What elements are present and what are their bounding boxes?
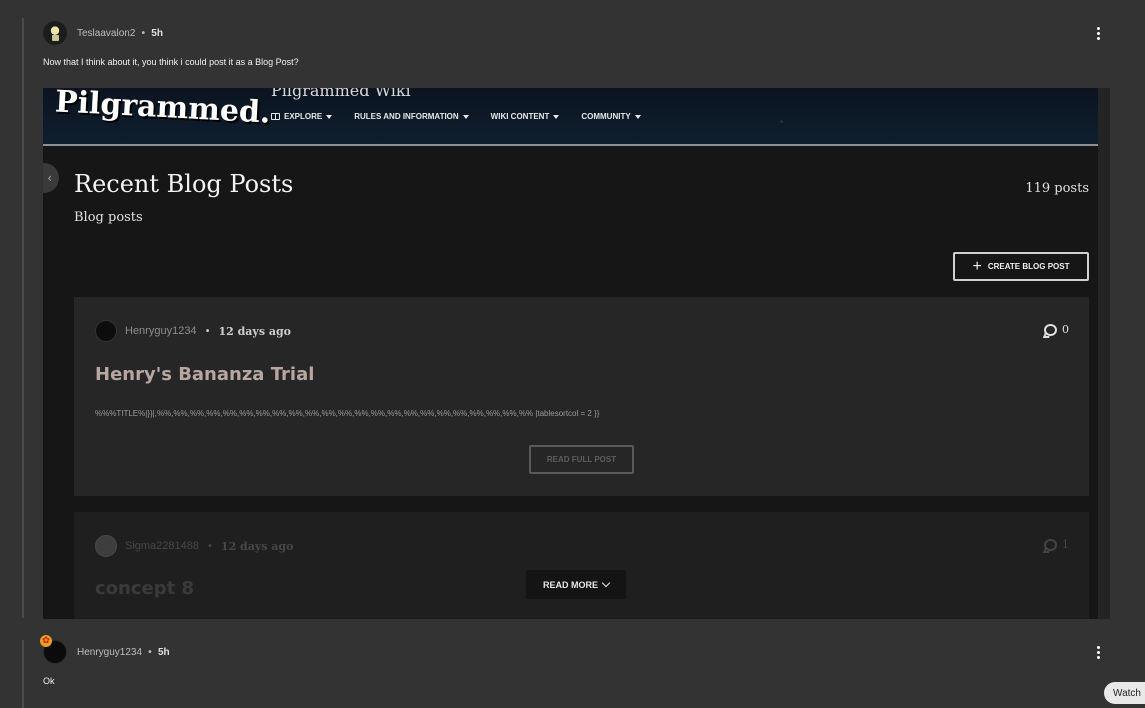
comment-bubble-icon bbox=[1044, 323, 1057, 336]
nav-label: WIKI CONTENT bbox=[490, 112, 550, 121]
read-more-label: READ MORE bbox=[542, 579, 598, 590]
post-time: 12 days ago bbox=[218, 324, 291, 338]
comment-number: 1 bbox=[1062, 538, 1069, 551]
thread-line bbox=[22, 640, 24, 708]
create-blog-post-label: CREATE BLOG POST bbox=[987, 262, 1070, 271]
avatar bbox=[95, 320, 117, 342]
book-icon bbox=[271, 113, 280, 120]
attached-screenshot[interactable]: Pilgrammed. Pilgrammed Wiki EXPLORE RULE… bbox=[43, 88, 1110, 619]
thread-line bbox=[22, 18, 24, 618]
post-title: Henry's Bananza Trial bbox=[95, 364, 315, 385]
chevron-down-icon bbox=[601, 578, 611, 588]
caret-down-icon bbox=[634, 114, 641, 119]
nav-label: RULES AND INFORMATION bbox=[354, 112, 459, 121]
caret-down-icon bbox=[326, 114, 333, 119]
post-title: concept 8 bbox=[95, 578, 195, 599]
reply-header: Teslaavalon2 • 5h bbox=[43, 21, 1115, 45]
post-author: Sigma2281488 bbox=[125, 540, 200, 552]
page-subtitle: Blog posts bbox=[74, 210, 143, 225]
plus-icon: + bbox=[972, 257, 982, 275]
nav-label: COMMUNITY bbox=[581, 112, 631, 121]
reply-item: ✿ Henryguy1234 • 5h Ok bbox=[40, 635, 1115, 686]
read-full-post-button: READ FULL POST bbox=[529, 445, 634, 474]
caret-down-icon bbox=[553, 114, 560, 119]
reply-time: 5h bbox=[151, 27, 163, 39]
reply-text: Ok bbox=[43, 676, 55, 686]
avatar bbox=[95, 535, 117, 557]
read-more-button: READ MORE bbox=[526, 570, 626, 599]
wiki-logo: Pilgrammed. bbox=[54, 88, 272, 131]
reply-text: Now that I think about it, you think i c… bbox=[43, 57, 299, 67]
reply-time: 5h bbox=[157, 646, 170, 658]
flower-badge-icon: ✿ bbox=[40, 635, 52, 647]
caret-down-icon bbox=[462, 114, 469, 119]
avatar[interactable] bbox=[43, 21, 67, 45]
rail-toggle-icon: ‹ bbox=[43, 163, 59, 193]
post-excerpt: %%%TITLE%|}}|,%%,%%,%%,%%,%%,%%,%%,%%,%%… bbox=[95, 409, 600, 418]
screenshot-edge bbox=[1098, 88, 1110, 619]
nav-wiki-content: WIKI CONTENT bbox=[491, 112, 560, 121]
comment-count: 0 bbox=[1044, 323, 1069, 336]
separator-dot: • bbox=[147, 646, 153, 658]
comment-bubble-icon bbox=[1044, 538, 1057, 551]
separator-dot: • bbox=[204, 325, 211, 337]
reply-item: Teslaavalon2 • 5h Now that I think about… bbox=[43, 21, 1115, 67]
wiki-nav: EXPLORE RULES AND INFORMATION WIKI CONTE… bbox=[271, 112, 641, 121]
separator-dot: • bbox=[140, 27, 147, 39]
post-count: 119 posts bbox=[1025, 181, 1089, 196]
comment-count: 1 bbox=[1044, 538, 1069, 551]
reply-username[interactable]: Teslaavalon2 bbox=[77, 28, 135, 39]
post-author: Henryguy1234 bbox=[125, 325, 197, 337]
blog-post-card: Sigma2281488 • 12 days ago 1 concept 8 bbox=[74, 512, 1089, 619]
post-time: 12 days ago bbox=[220, 539, 294, 553]
more-options-icon[interactable] bbox=[1091, 642, 1105, 662]
nav-rules: RULES AND INFORMATION bbox=[354, 112, 469, 121]
nav-explore: EXPLORE bbox=[271, 112, 333, 121]
post-meta: Henryguy1234 • 12 days ago bbox=[95, 320, 291, 342]
blog-post-card: Henryguy1234 • 12 days ago 0 Henry's Ban… bbox=[74, 297, 1089, 496]
watch-button[interactable]: Watch bbox=[1104, 682, 1145, 704]
avatar[interactable]: ✿ bbox=[40, 635, 67, 664]
post-meta: Sigma2281488 • 12 days ago bbox=[95, 535, 293, 557]
create-blog-post-button: + CREATE BLOG POST bbox=[953, 252, 1089, 281]
separator-dot: • bbox=[207, 540, 213, 552]
comment-number: 0 bbox=[1062, 323, 1069, 336]
more-options-icon[interactable] bbox=[1091, 23, 1105, 43]
reply-header: ✿ Henryguy1234 • 5h bbox=[40, 635, 1115, 664]
wiki-name: Pilgrammed Wiki bbox=[271, 88, 411, 100]
nav-label: EXPLORE bbox=[284, 112, 323, 121]
page-title: Recent Blog Posts bbox=[74, 170, 294, 198]
reply-username[interactable]: Henryguy1234 bbox=[77, 647, 142, 658]
wiki-header: Pilgrammed. Pilgrammed Wiki EXPLORE RULE… bbox=[43, 88, 1098, 146]
nav-community: COMMUNITY bbox=[581, 112, 641, 121]
